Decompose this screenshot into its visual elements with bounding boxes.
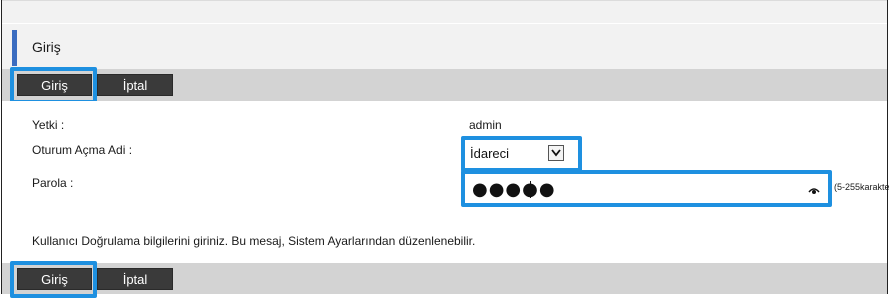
cancel-button-top[interactable]: İptal <box>97 74 173 96</box>
title-accent-bar <box>12 30 17 66</box>
top-strip <box>2 0 887 23</box>
toolbar-top: Giriş İptal <box>2 69 887 101</box>
page-title: Giriş <box>32 39 61 55</box>
login-name-select[interactable]: İdareci <box>468 143 568 165</box>
eye-icon[interactable] <box>808 183 820 195</box>
password-value: ●●●●● <box>472 179 556 200</box>
password-field[interactable]: ●●●●● <box>468 177 826 202</box>
cancel-button-bottom[interactable]: İptal <box>97 268 173 290</box>
authority-value: admin <box>469 118 502 132</box>
password-label: Parola : <box>32 176 74 190</box>
page-frame: Giriş Giriş İptal Yetki : admin Oturum A… <box>1 0 889 298</box>
login-name-label: Oturum Açma Adi : <box>32 143 133 157</box>
title-band <box>2 24 887 69</box>
text-caret <box>530 181 531 198</box>
login-name-select-value: İdareci <box>470 146 510 161</box>
auth-message: Kullanıcı Doğrulama bilgilerini giriniz.… <box>32 234 476 248</box>
authority-label: Yetki : <box>32 118 65 132</box>
login-button-top[interactable]: Giriş <box>17 74 92 96</box>
login-button-bottom[interactable]: Giriş <box>17 268 92 290</box>
chevron-down-icon[interactable] <box>548 145 564 161</box>
password-length-hint: (5-255karakter <box>834 182 889 192</box>
toolbar-bottom: Giriş İptal <box>2 263 887 294</box>
